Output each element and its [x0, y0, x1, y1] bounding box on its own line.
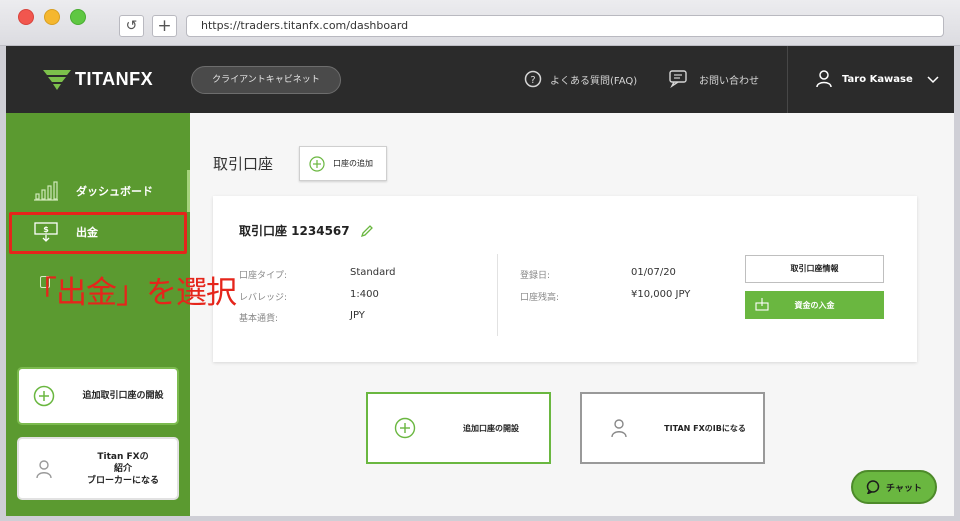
introducing-broker-card[interactable]: Titan FXの 紹介 ブローカーになる [17, 437, 179, 500]
card-label-line: ブローカーになる [86, 475, 159, 486]
open-additional-account-button[interactable]: 追加口座の開設 [366, 392, 551, 464]
faq-label: よくある質問(FAQ) [550, 75, 638, 87]
highlight-box [9, 212, 187, 254]
account-type-value: Standard [350, 267, 396, 278]
user-menu[interactable]: Taro Kawase [816, 70, 939, 88]
sidebar-item-label: ダッシュボード [76, 185, 153, 198]
titanfx-logo[interactable]: TITANFX [43, 68, 153, 90]
leverage-label: レバレッジ: [239, 293, 288, 303]
sidebar: ダッシュボード $ 出金 追加取引口座の開設 Titan FXの 紹介 ブローカ… [6, 113, 190, 516]
logo-text: TITANFX [75, 68, 154, 89]
chat-button[interactable]: チャット [851, 470, 937, 504]
plus-circle-icon [309, 155, 325, 172]
header-divider [787, 46, 788, 113]
chat-icon [866, 480, 880, 494]
reload-icon[interactable]: ↺ [119, 15, 144, 37]
client-cabinet-button[interactable]: クライアントキャビネット [191, 66, 341, 94]
registration-date-value: 01/07/20 [631, 267, 676, 278]
plus-circle-icon [394, 417, 416, 439]
trading-account-card: 取引口座 1234567 口座タイプ: Standard レバレッジ: 1:40… [213, 196, 917, 362]
balance-value: ¥10,000 JPY [631, 289, 691, 300]
titan-logo-icon [43, 70, 71, 90]
address-bar[interactable]: https://traders.titanfx.com/dashboard [186, 15, 944, 37]
become-ib-button[interactable]: TITAN FXのIBになる [580, 392, 765, 464]
card-label: Titan FXの 紹介 ブローカーになる [75, 451, 171, 487]
page-title: 取引口座 [213, 155, 274, 173]
pencil-icon[interactable] [360, 224, 374, 238]
svg-text:?: ? [530, 75, 535, 86]
base-currency-label: 基本通貨: [239, 314, 279, 324]
deposit-label: 資金の入金 [794, 300, 835, 310]
annotation-callout: 「出金」を選択 [26, 275, 237, 311]
account-type-label: 口座タイプ: [239, 271, 288, 281]
registration-date-label: 登録日: [520, 271, 551, 281]
contact-label: お問い合わせ [699, 75, 759, 87]
balance-label: 口座残高: [520, 293, 560, 303]
account-info-button[interactable]: 取引口座情報 [745, 255, 884, 283]
chat-bubbles-icon [669, 70, 687, 88]
account-title: 取引口座 1234567 [239, 222, 374, 239]
card-divider [497, 254, 498, 336]
deposit-icon [755, 298, 769, 311]
user-name: Taro Kawase [842, 73, 913, 85]
open-additional-account-card[interactable]: 追加取引口座の開設 [17, 367, 179, 425]
add-account-label: 口座の追加 [333, 159, 373, 168]
close-window-button[interactable] [18, 9, 34, 25]
browser-chrome: ↺ + https://traders.titanfx.com/dashboar… [0, 0, 960, 46]
account-title-text: 取引口座 1234567 [239, 224, 350, 238]
minimize-window-button[interactable] [44, 9, 60, 25]
card-label-line: Titan FXの [97, 451, 149, 462]
base-currency-value: JPY [350, 310, 365, 321]
leverage-value: 1:400 [350, 289, 379, 300]
user-icon [816, 70, 832, 88]
question-circle-icon: ? [524, 70, 542, 88]
deposit-funds-button[interactable]: 資金の入金 [745, 291, 884, 319]
person-icon [36, 459, 52, 478]
bar-chart-icon [34, 181, 58, 201]
card-label-line: 紹介 [113, 463, 132, 474]
sidebar-item-dashboard[interactable]: ダッシュボード [6, 170, 190, 212]
card-label: 追加取引口座の開設 [82, 391, 164, 401]
person-icon [611, 419, 627, 438]
chevron-down-icon [927, 76, 939, 84]
become-ib-label: TITAN FXのIBになる [664, 423, 746, 433]
top-navbar: TITANFX クライアントキャビネット ? よくある質問(FAQ) お問い合わ… [6, 46, 954, 113]
contact-link[interactable]: お問い合わせ [669, 70, 759, 88]
chat-label: チャット [886, 483, 922, 494]
add-account-button[interactable]: 口座の追加 [299, 146, 387, 181]
plus-circle-icon [33, 385, 55, 407]
open-account-label: 追加口座の開設 [463, 423, 519, 433]
plus-icon[interactable]: + [152, 15, 177, 37]
maximize-window-button[interactable] [70, 9, 86, 25]
faq-link[interactable]: ? よくある質問(FAQ) [524, 70, 637, 88]
